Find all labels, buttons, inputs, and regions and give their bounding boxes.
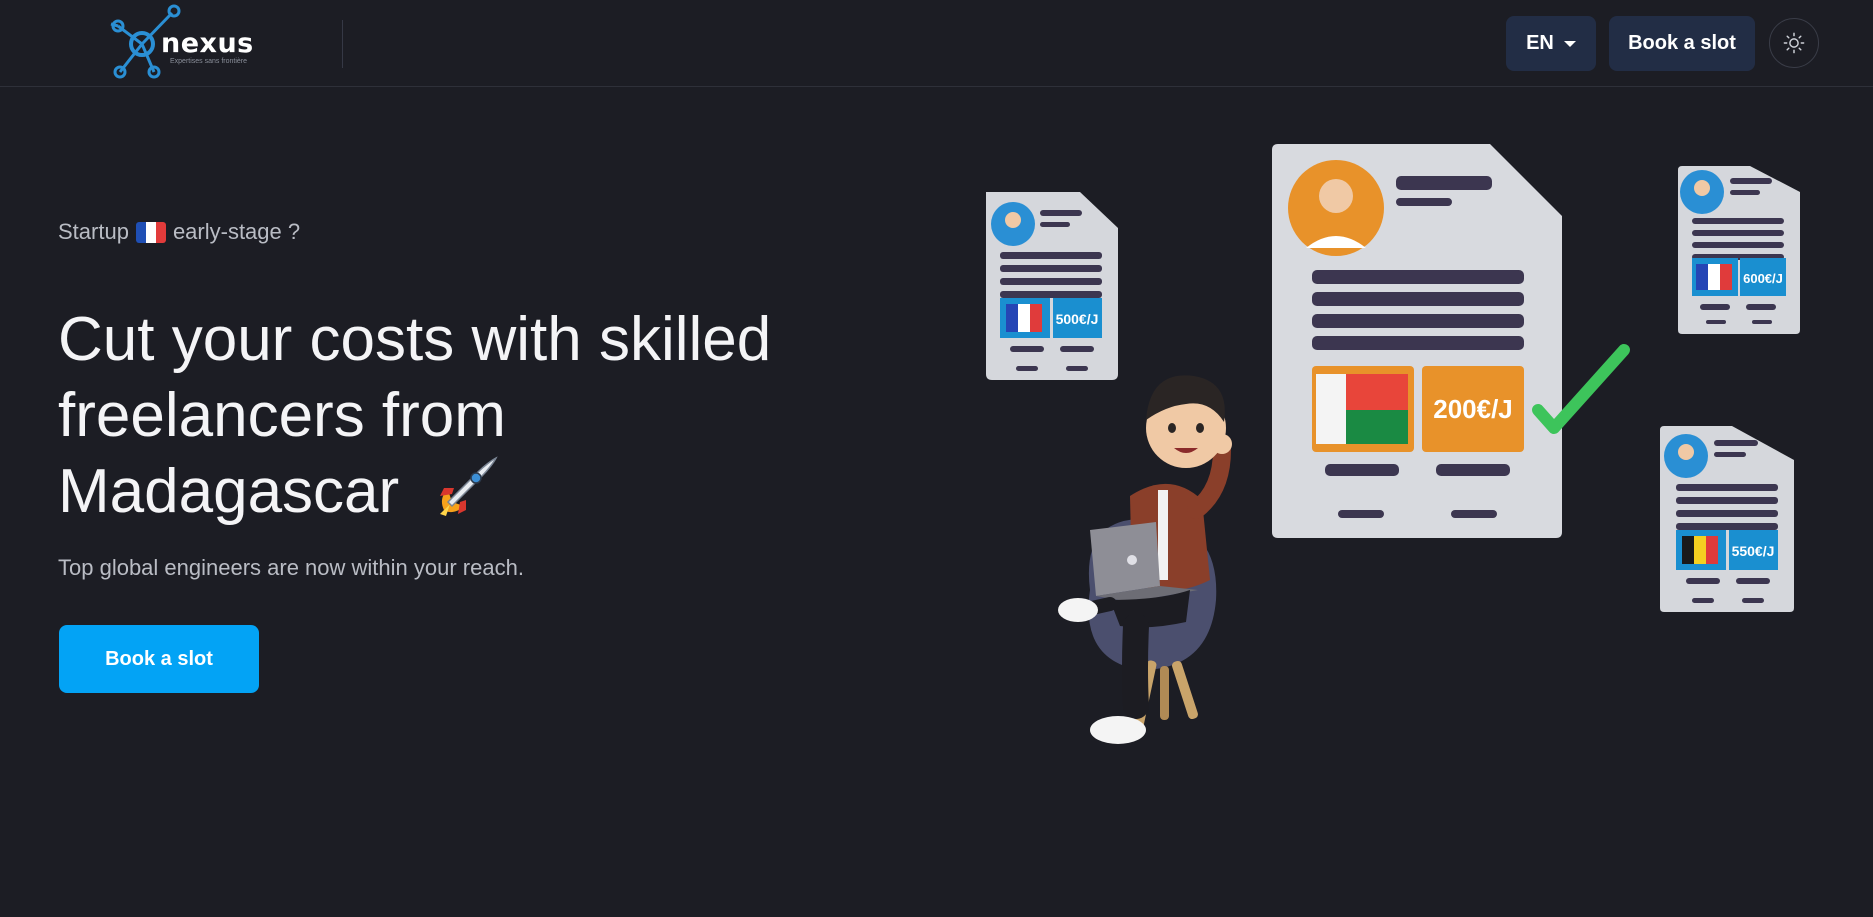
card-madagascar-main: 200€/J: [1272, 144, 1562, 538]
main-card-rate: 200€/J: [1433, 394, 1513, 424]
rocket-icon: [440, 456, 499, 516]
eyebrow-stage-text: early-stage ?: [172, 219, 301, 244]
headline-text: Cut your costs with skilled freelancers …: [58, 305, 772, 526]
card-belgium: 550€/J: [1660, 426, 1794, 612]
hero-subtext: Top global engineers are now within your…: [58, 555, 524, 580]
card-belgium-rate: 550€/J: [1732, 543, 1775, 559]
card-france-right-rate: 600€/J: [1743, 271, 1783, 286]
eyebrow-startup-text: Startup: [58, 219, 129, 244]
freelancer-character: [1058, 375, 1232, 744]
card-france-right: 600€/J: [1678, 166, 1800, 334]
nexus-logo[interactable]: nexus Expertises sans frontière: [106, 4, 266, 82]
hero-eyebrow: Startup early-stage ?: [58, 219, 300, 245]
book-slot-header-button[interactable]: Book a slot: [1609, 16, 1755, 71]
france-flag-icon: [135, 221, 166, 243]
theme-toggle-button[interactable]: [1769, 18, 1819, 68]
logo-tagline: Expertises sans frontière: [170, 58, 248, 65]
chevron-down-icon: [1563, 40, 1576, 47]
site-header: nexus Expertises sans frontière EN Book …: [0, 0, 1873, 87]
card-france-left: 500€/J: [986, 192, 1118, 380]
card-france-left-rate: 500€/J: [1056, 311, 1099, 327]
sun-icon: [1783, 32, 1805, 54]
hero-headline: Cut your costs with skilled freelancers …: [58, 302, 818, 530]
language-dropdown[interactable]: EN: [1506, 16, 1596, 71]
book-slot-cta-button[interactable]: Book a slot: [59, 625, 259, 693]
header-divider: [342, 20, 343, 68]
freelancer-illustration: 500€/J 200€/J 600€/J 550€/J: [986, 144, 1800, 744]
logo-wordmark: nexus: [161, 28, 254, 59]
language-label: EN: [1526, 32, 1554, 54]
